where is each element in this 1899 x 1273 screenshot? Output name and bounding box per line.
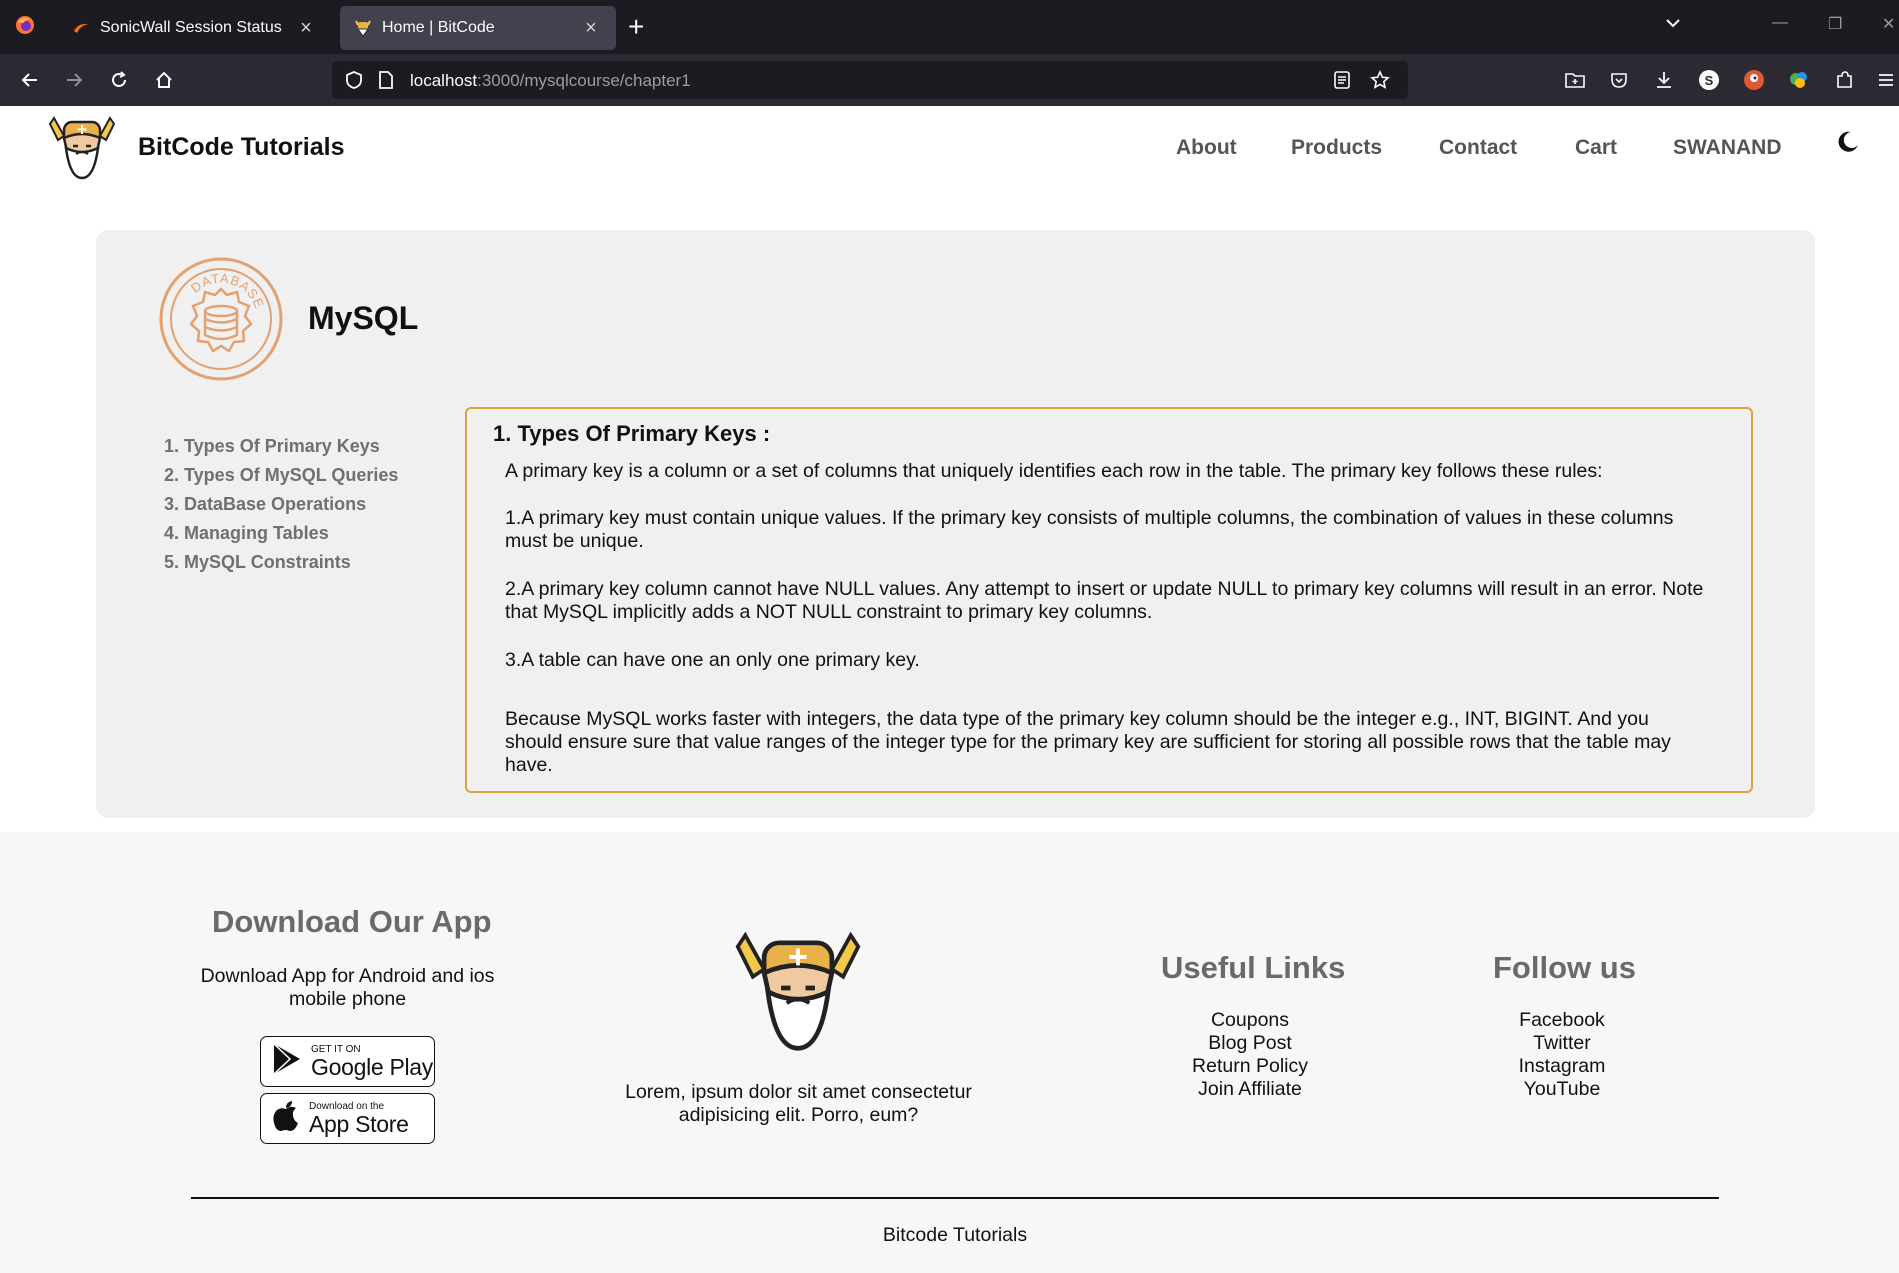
- chapter-list: 1. Types Of Primary Keys 2. Types Of MyS…: [164, 432, 398, 577]
- url-bar[interactable]: localhost:3000/mysqlcourse/chapter1: [332, 61, 1408, 99]
- restore-icon[interactable]: ❐: [1828, 14, 1842, 34]
- nav-user[interactable]: SWANAND: [1673, 136, 1782, 160]
- intro-paragraph: A primary key is a column or a set of co…: [505, 460, 1603, 482]
- extensions-puzzle-icon[interactable]: [1832, 68, 1856, 92]
- footer-divider: [191, 1197, 1719, 1199]
- svg-text:DATABASE: DATABASE: [188, 271, 267, 311]
- close-tab-icon[interactable]: ×: [580, 17, 602, 40]
- home-icon[interactable]: [152, 68, 176, 92]
- download-icon[interactable]: [1652, 68, 1676, 92]
- site-header: BitCode Tutorials About Products Contact…: [0, 106, 1899, 187]
- back-arrow-icon[interactable]: [18, 68, 42, 92]
- site-footer: Download Our App Download App for Androi…: [0, 832, 1899, 1273]
- reload-icon[interactable]: [107, 68, 131, 92]
- wizard-logo-icon: [734, 924, 862, 1057]
- color-extension-icon[interactable]: [1787, 68, 1811, 92]
- footer-link[interactable]: Blog Post: [1150, 1032, 1350, 1055]
- social-links-list: Facebook Twitter Instagram YouTube: [1462, 1009, 1662, 1101]
- forward-arrow-icon[interactable]: [62, 68, 86, 92]
- duckduckgo-icon[interactable]: [1742, 68, 1766, 92]
- bitcode-favicon-icon: [354, 19, 372, 37]
- useful-links-heading: Useful Links: [1161, 950, 1346, 985]
- follow-us-heading: Follow us: [1493, 950, 1636, 985]
- tab-title: Home | BitCode: [382, 19, 495, 36]
- sonicwall-favicon-icon: [72, 19, 90, 37]
- svg-text:S: S: [1705, 73, 1714, 88]
- brand-name[interactable]: BitCode Tutorials: [138, 133, 344, 162]
- google-play-button[interactable]: GET IT ON Google Play: [260, 1036, 435, 1087]
- chapter-item[interactable]: 3. DataBase Operations: [164, 490, 398, 519]
- app-heading: Download Our App: [212, 904, 492, 939]
- browser-tab-bar: SonicWall Session Status × Home | BitCod…: [0, 0, 1899, 54]
- database-logo-icon: DATABASE: [157, 255, 285, 388]
- footer-link[interactable]: Join Affiliate: [1150, 1078, 1350, 1101]
- tab-sonicwall[interactable]: SonicWall Session Status ×: [58, 6, 331, 50]
- chapter-item[interactable]: 4. Managing Tables: [164, 519, 398, 548]
- nav-contact[interactable]: Contact: [1439, 136, 1517, 160]
- minimize-icon[interactable]: —: [1772, 14, 1788, 32]
- useful-links-list: Coupons Blog Post Return Policy Join Aff…: [1150, 1009, 1350, 1101]
- store-small-text: GET IT ON: [311, 1043, 361, 1055]
- new-tab-icon[interactable]: +: [628, 12, 644, 42]
- page-icon[interactable]: [374, 68, 398, 92]
- chapter-item[interactable]: 1. Types Of Primary Keys: [164, 432, 398, 461]
- close-window-icon[interactable]: ✕: [1882, 14, 1895, 34]
- wizard-logo-icon[interactable]: [48, 112, 116, 185]
- rule-paragraph: 3.A table can have one an only one prima…: [505, 649, 920, 671]
- pocket-icon[interactable]: [1607, 68, 1631, 92]
- nav-cart[interactable]: Cart: [1575, 136, 1617, 160]
- nav-about[interactable]: About: [1176, 136, 1237, 160]
- extension-s-icon[interactable]: S: [1697, 68, 1721, 92]
- store-small-text: Download on the: [309, 1100, 385, 1112]
- social-link-facebook[interactable]: Facebook: [1462, 1009, 1662, 1032]
- rule-paragraph: 2.A primary key column cannot have NULL …: [505, 578, 1704, 623]
- footer-description: Lorem, ipsum dolor sit amet consectetur …: [625, 1081, 972, 1126]
- store-big-text: App Store: [309, 1110, 409, 1137]
- url-host: localhost: [410, 71, 478, 90]
- tab-title: SonicWall Session Status: [100, 19, 282, 36]
- course-card: DATABASE MySQL 1. Types Of Primary Keys …: [96, 230, 1815, 818]
- chevron-down-icon[interactable]: [1664, 14, 1682, 37]
- shield-icon[interactable]: [342, 68, 366, 92]
- menu-icon[interactable]: [1874, 68, 1898, 92]
- close-tab-icon[interactable]: ×: [295, 17, 317, 40]
- footer-copyright: Bitcode Tutorials: [882, 1224, 1028, 1246]
- rule-paragraph: 1.A primary key must contain unique valu…: [505, 507, 1674, 552]
- play-store-icon: [271, 1042, 303, 1081]
- app-description: Download App for Android and ios mobile …: [200, 965, 495, 1010]
- footer-link[interactable]: Coupons: [1150, 1009, 1350, 1032]
- reader-view-icon[interactable]: [1330, 68, 1354, 92]
- apple-icon: [271, 1099, 301, 1138]
- chapter-content: 1. Types Of Primary Keys : A primary key…: [465, 407, 1753, 793]
- chapter-heading: 1. Types Of Primary Keys :: [493, 421, 771, 446]
- bookmark-star-icon[interactable]: [1368, 68, 1392, 92]
- logo-text: DATABASE: [188, 271, 266, 311]
- store-big-text: Google Play: [311, 1053, 433, 1080]
- url-text[interactable]: localhost:3000/mysqlcourse/chapter1: [410, 71, 691, 91]
- chapter-item[interactable]: 5. MySQL Constraints: [164, 548, 398, 577]
- save-to-collection-icon[interactable]: [1563, 68, 1587, 92]
- app-store-button[interactable]: Download on the App Store: [260, 1093, 435, 1144]
- footer-link[interactable]: Return Policy: [1150, 1055, 1350, 1078]
- url-path: :3000/mysqlcourse/chapter1: [477, 71, 691, 90]
- firefox-menu-icon[interactable]: [14, 14, 36, 41]
- note-paragraph: Because MySQL works faster with integers…: [505, 708, 1671, 776]
- social-link-youtube[interactable]: YouTube: [1462, 1078, 1662, 1101]
- browser-nav-bar: localhost:3000/mysqlcourse/chapter1 S: [0, 54, 1899, 106]
- social-link-instagram[interactable]: Instagram: [1462, 1055, 1662, 1078]
- moon-icon[interactable]: [1836, 130, 1860, 159]
- nav-products[interactable]: Products: [1291, 136, 1382, 160]
- chapter-item[interactable]: 2. Types Of MySQL Queries: [164, 461, 398, 490]
- tab-bitcode[interactable]: Home | BitCode ×: [340, 6, 616, 50]
- social-link-twitter[interactable]: Twitter: [1462, 1032, 1662, 1055]
- course-title: MySQL: [308, 300, 419, 336]
